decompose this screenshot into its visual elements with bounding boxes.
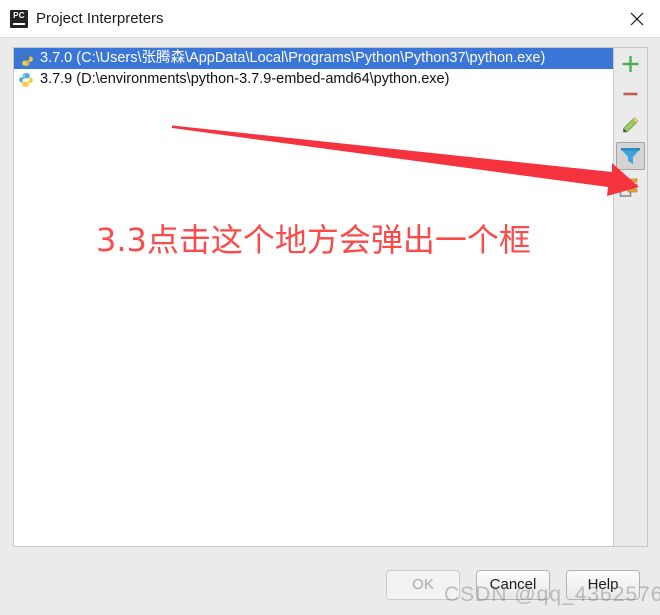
show-paths-icon [619, 178, 638, 197]
list-item[interactable]: 3.7.9 (D:\environments\python-3.7.9-embe… [14, 69, 613, 90]
interpreter-list[interactable]: 3.7.0 (C:\Users\张腾森\AppData\Local\Progra… [13, 47, 614, 547]
python-icon [19, 73, 33, 87]
list-item-label: 3.7.9 (D:\environments\python-3.7.9-embe… [40, 71, 450, 87]
plus-icon [622, 56, 639, 72]
close-button[interactable] [614, 0, 660, 38]
filter-button[interactable] [616, 142, 645, 170]
filter-icon [621, 148, 640, 164]
list-item[interactable]: 3.7.0 (C:\Users\张腾森\AppData\Local\Progra… [14, 48, 613, 69]
pencil-icon [622, 117, 639, 133]
dialog-body: 3.7.0 (C:\Users\张腾森\AppData\Local\Progra… [0, 38, 660, 615]
pycharm-pc-icon: PC [10, 10, 28, 28]
python-icon [19, 52, 33, 66]
remove-interpreter-button[interactable] [616, 80, 645, 108]
pycharm-pc-icon-letters: PC [13, 11, 25, 20]
close-icon [630, 12, 644, 26]
list-item-label: 3.7.0 (C:\Users\张腾森\AppData\Local\Progra… [40, 50, 546, 66]
dialog-window: PC Project Interpreters 3.7.0 (C:\Users\… [0, 0, 660, 615]
watermark: CSDN @qq_43625764 [444, 583, 660, 606]
pycharm-pc-icon-bar [13, 23, 25, 25]
show-paths-button[interactable] [616, 174, 645, 202]
minus-icon [623, 92, 638, 96]
window-title: Project Interpreters [36, 10, 164, 27]
add-interpreter-button[interactable] [616, 50, 645, 78]
interpreter-toolbar [614, 47, 648, 547]
edit-interpreter-button[interactable] [616, 111, 645, 139]
title-bar: PC Project Interpreters [0, 0, 660, 38]
